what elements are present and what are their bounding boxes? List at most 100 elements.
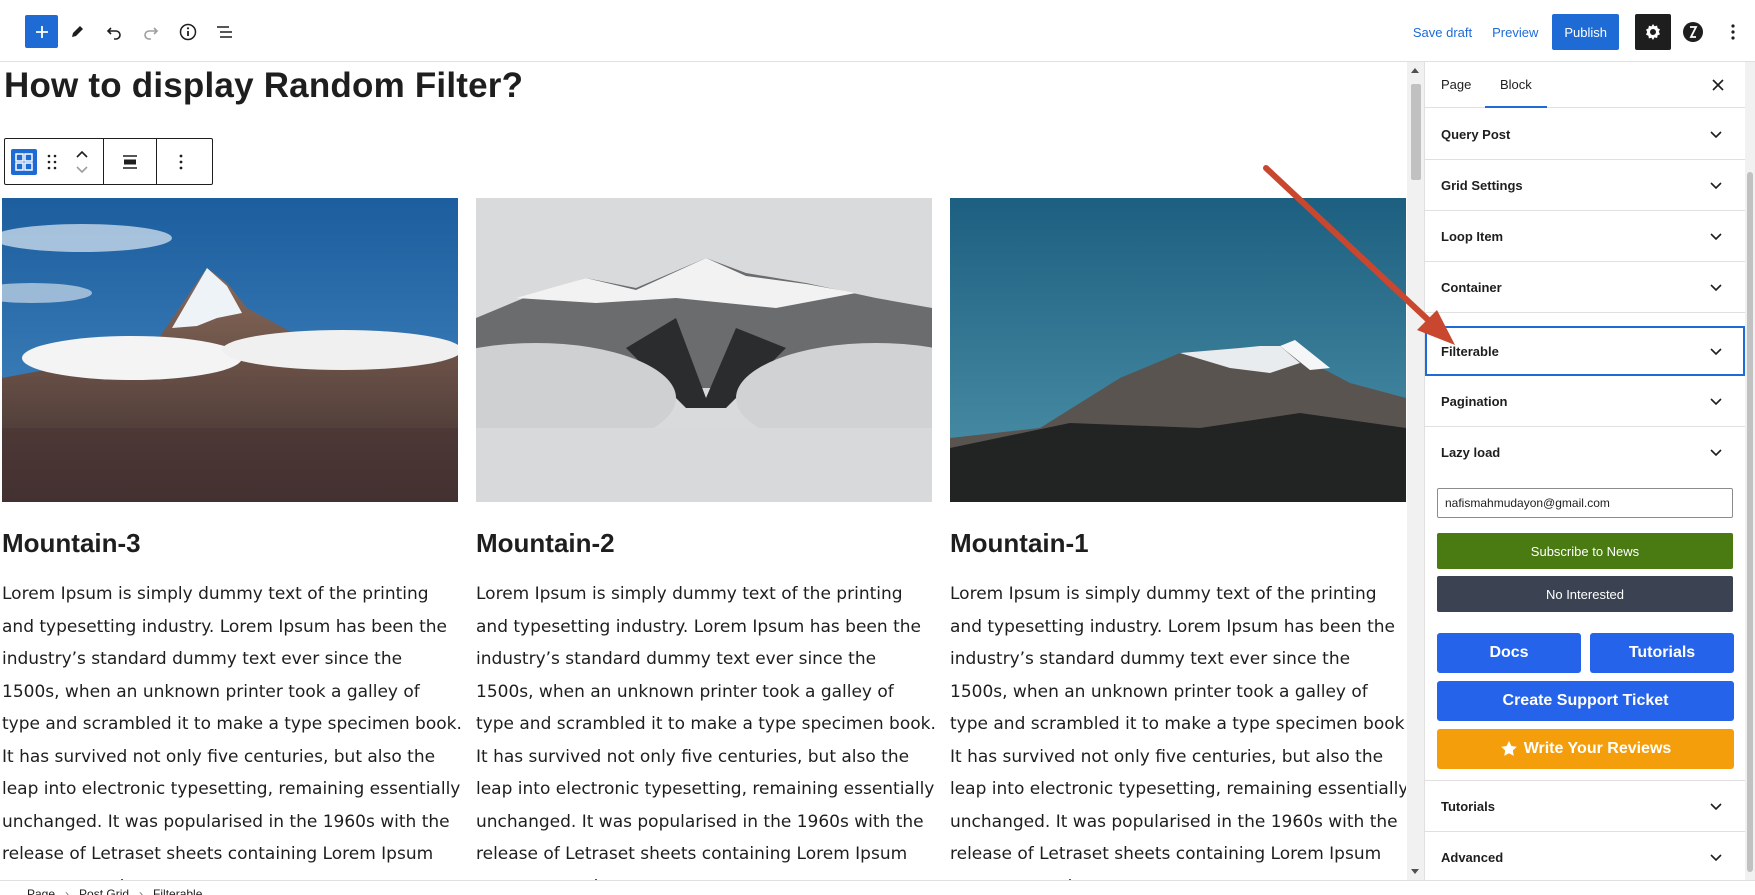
- page-title[interactable]: How to display Random Filter?: [4, 66, 523, 106]
- breadcrumb-separator-icon: ›: [65, 887, 70, 895]
- mountain-image-3: [950, 198, 1406, 502]
- post-excerpt: Lorem Ipsum is simply dummy text of the …: [2, 584, 462, 880]
- write-reviews-button[interactable]: Write Your Reviews: [1437, 729, 1734, 769]
- post-card: Mountain-1 Lorem Ipsum is simply dummy t…: [950, 198, 1406, 880]
- align-wide-icon: [123, 154, 137, 169]
- breadcrumb-item[interactable]: Filterable: [153, 887, 202, 895]
- star-icon: [1500, 741, 1517, 756]
- panel-title: Lazy load: [1441, 445, 1501, 460]
- redo-button[interactable]: [133, 15, 169, 48]
- panel-container[interactable]: Container: [1425, 262, 1745, 313]
- list-view-button[interactable]: [207, 15, 243, 48]
- details-button[interactable]: [170, 15, 206, 48]
- post-image[interactable]: [476, 198, 932, 502]
- grid-block-icon: [15, 152, 33, 171]
- mountain-image-1: [2, 198, 458, 502]
- panel-lazy-load[interactable]: Lazy load: [1425, 427, 1745, 478]
- panel-query-post[interactable]: Query Post: [1425, 109, 1745, 160]
- chevron-down-icon: [1710, 348, 1722, 356]
- block-toolbar-group-more: [157, 139, 205, 184]
- chevron-down-icon: [1710, 233, 1722, 241]
- align-button[interactable]: [110, 147, 150, 177]
- redo-icon: [144, 26, 159, 40]
- block-options-button[interactable]: [163, 147, 199, 177]
- more-vertical-icon: [1731, 24, 1735, 40]
- panel-grid-settings[interactable]: Grid Settings: [1425, 160, 1745, 211]
- editor-canvas: How to display Random Filter? Mountain-3…: [2, 62, 1406, 880]
- tab-block[interactable]: Block: [1485, 62, 1547, 108]
- scrollbar-thumb[interactable]: [1411, 84, 1421, 180]
- sidebar-tabs: Page Block: [1425, 62, 1755, 108]
- post-card: Mountain-3 Lorem Ipsum is simply dummy t…: [2, 198, 462, 880]
- post-title[interactable]: Mountain-1: [950, 528, 1406, 559]
- panel-title: Grid Settings: [1441, 178, 1523, 193]
- panel-pagination[interactable]: Pagination: [1425, 376, 1745, 427]
- block-toolbar-group-type: [5, 139, 104, 184]
- create-support-ticket-button[interactable]: Create Support Ticket: [1437, 681, 1734, 721]
- panel-filterable[interactable]: Filterable: [1425, 326, 1745, 376]
- block-type-button[interactable]: [11, 148, 37, 175]
- panel-title: Filterable: [1441, 344, 1499, 359]
- undo-button[interactable]: [96, 15, 132, 48]
- list-view-icon: [217, 25, 232, 38]
- not-interested-button[interactable]: No Interested: [1437, 576, 1733, 612]
- settings-button[interactable]: [1635, 14, 1671, 50]
- panel-title: Query Post: [1441, 127, 1511, 142]
- panel-title: Loop Item: [1441, 229, 1504, 244]
- panel-advanced[interactable]: Advanced: [1425, 832, 1745, 883]
- post-title[interactable]: Mountain-3: [2, 528, 458, 559]
- sidebar-scrollbar[interactable]: [1745, 62, 1755, 880]
- write-reviews-label: Write Your Reviews: [1523, 740, 1672, 757]
- panel-title: Tutorials: [1441, 799, 1495, 814]
- post-title[interactable]: Mountain-2: [476, 528, 932, 559]
- move-arrows-icon: [76, 150, 88, 173]
- plus-icon: [35, 25, 48, 38]
- chevron-down-icon: [1710, 131, 1722, 139]
- post-excerpt: Lorem Ipsum is simply dummy text of the …: [476, 584, 936, 880]
- undo-icon: [106, 26, 121, 40]
- more-vertical-icon: [179, 154, 183, 169]
- options-button[interactable]: [1715, 14, 1751, 50]
- panel-tutorials[interactable]: Tutorials: [1425, 781, 1745, 832]
- scroll-down-arrow-icon[interactable]: [1411, 869, 1419, 874]
- chevron-down-icon: [1710, 854, 1722, 862]
- email-field[interactable]: [1437, 488, 1733, 518]
- pen-icon: [72, 25, 83, 37]
- breadcrumb-item[interactable]: Post Grid: [79, 887, 129, 895]
- tab-page[interactable]: Page: [1441, 62, 1471, 108]
- breadcrumb-separator-icon: ›: [139, 887, 144, 895]
- preview-button[interactable]: Preview: [1482, 25, 1548, 40]
- canvas-scrollbar[interactable]: [1407, 62, 1424, 880]
- breadcrumb-item[interactable]: Page: [27, 887, 55, 895]
- scrollbar-thumb[interactable]: [1747, 172, 1753, 872]
- editor-top-toolbar: Save draft Preview Publish: [0, 0, 1755, 62]
- post-image[interactable]: [950, 198, 1406, 502]
- chevron-down-icon: [1710, 182, 1722, 190]
- docs-button[interactable]: Docs: [1437, 633, 1581, 673]
- drag-handle[interactable]: [37, 147, 67, 177]
- tutorials-button[interactable]: Tutorials: [1590, 633, 1734, 673]
- chevron-down-icon: [1710, 803, 1722, 811]
- post-excerpt: Lorem Ipsum is simply dummy text of the …: [950, 584, 1406, 880]
- block-toolbar: [4, 138, 213, 185]
- panel-title: Advanced: [1441, 850, 1504, 865]
- chevron-down-icon: [1710, 398, 1722, 406]
- panel-title: Pagination: [1441, 394, 1508, 409]
- close-icon[interactable]: [1709, 76, 1727, 94]
- plugin-logo-icon: [1683, 22, 1703, 42]
- publish-button[interactable]: Publish: [1552, 14, 1619, 50]
- chevron-down-icon: [1710, 449, 1722, 457]
- subscribe-button[interactable]: Subscribe to News: [1437, 533, 1733, 569]
- post-card: Mountain-2 Lorem Ipsum is simply dummy t…: [476, 198, 936, 880]
- post-image[interactable]: [2, 198, 458, 502]
- add-block-button[interactable]: [25, 15, 58, 48]
- panel-loop-item[interactable]: Loop Item: [1425, 211, 1745, 262]
- toolbar-right-group: Save draft Preview Publish: [1403, 14, 1755, 50]
- scroll-up-arrow-icon[interactable]: [1411, 68, 1419, 73]
- plugin-logo-button[interactable]: [1675, 14, 1711, 50]
- save-draft-button[interactable]: Save draft: [1403, 25, 1482, 40]
- drag-handle-icon: [47, 154, 57, 169]
- settings-sidebar: Page Block Query Post Grid Settings Loop…: [1424, 62, 1755, 880]
- move-up-down-button[interactable]: [67, 147, 97, 177]
- tools-button[interactable]: [59, 15, 95, 48]
